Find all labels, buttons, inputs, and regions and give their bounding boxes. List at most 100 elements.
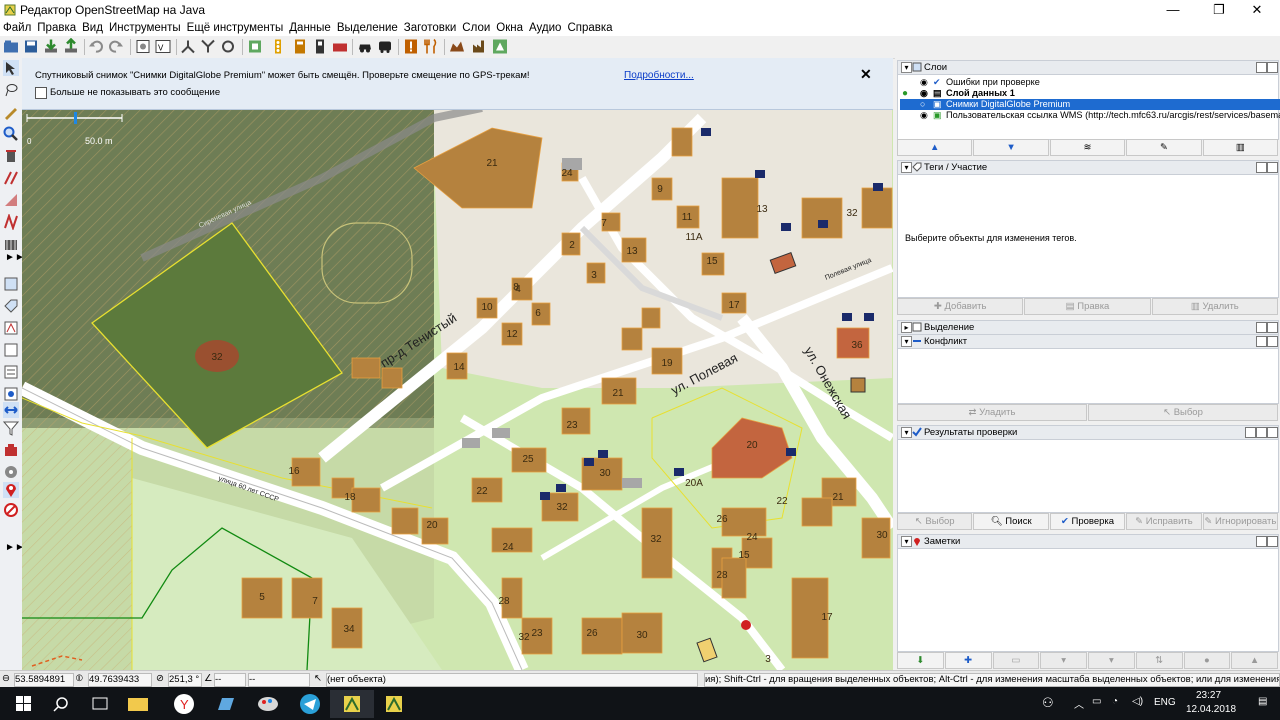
menu-edit[interactable]: Правка <box>34 20 79 36</box>
menu-tools[interactable]: Инструменты <box>106 20 184 36</box>
dont-show-checkbox[interactable] <box>35 87 47 99</box>
edit-tag-button[interactable]: ▤ Правка <box>1024 298 1151 315</box>
paint-icon[interactable] <box>246 690 290 718</box>
toggle-relations-icon[interactable] <box>3 342 19 358</box>
conflict-icon[interactable]: V <box>155 38 171 55</box>
visible-eye-icon[interactable]: ◉ <box>920 88 928 99</box>
volume-icon[interactable]: ◁) <box>1132 696 1143 707</box>
validation-ignore-button[interactable]: ✎ Игнорировать <box>1202 513 1279 530</box>
validation-panel-header[interactable]: ▾ Результаты проверки <box>897 425 1279 440</box>
bus-stop-preset-icon[interactable] <box>312 38 328 55</box>
menu-more-tools[interactable]: Ещё инструменты <box>184 20 287 36</box>
toggle-minimap-icon[interactable] <box>3 386 19 402</box>
reopen-note-button[interactable]: ▾ <box>1088 652 1135 669</box>
notice-more-link[interactable]: Подробности... <box>624 70 694 81</box>
visible-eye-icon[interactable]: ○ <box>920 99 925 110</box>
battery-icon[interactable]: ▭ <box>1092 696 1101 707</box>
toggle-authors-icon[interactable] <box>3 464 19 480</box>
toggle-selection-icon[interactable] <box>3 320 19 336</box>
extrude-mode-icon[interactable] <box>3 192 19 208</box>
bus-preset-icon[interactable] <box>377 38 393 55</box>
detach-panel-icon[interactable] <box>1256 62 1267 73</box>
expand-toggle-icon[interactable]: ▸ <box>901 322 912 333</box>
note-status-button[interactable]: ● <box>1183 652 1231 669</box>
move-layer-down-button[interactable]: ▼ <box>973 139 1049 156</box>
validation-run-button[interactable]: ✔ Проверка <box>1049 513 1126 530</box>
collapse-toggle-icon[interactable]: ▾ <box>901 162 912 173</box>
upload-icon[interactable] <box>63 38 79 55</box>
close-panel-icon[interactable] <box>1267 536 1278 547</box>
draw-mode-icon[interactable] <box>3 104 19 120</box>
resolve-conflict-button[interactable]: ⇄ Уладить <box>897 404 1087 421</box>
menu-presets[interactable]: Заготовки <box>401 20 460 36</box>
upload-notes-button[interactable]: ▲ <box>1231 652 1278 669</box>
parallel-mode-icon[interactable] <box>3 170 19 186</box>
orthogonalize-icon[interactable] <box>247 38 263 55</box>
traffic-light-preset-icon[interactable] <box>270 38 286 55</box>
tray-chevron-icon[interactable]: ︿ <box>1074 696 1084 711</box>
detach-panel-icon[interactable] <box>1256 427 1267 438</box>
notice-close-icon[interactable]: ✕ <box>860 66 872 83</box>
detach-panel-icon[interactable] <box>1256 536 1267 547</box>
sort-notes-button[interactable]: ⇅ <box>1135 652 1183 669</box>
download-notes-button[interactable]: ⬇ <box>897 652 944 669</box>
close-panel-icon[interactable] <box>1267 62 1278 73</box>
notepad-icon[interactable] <box>204 690 248 718</box>
delete-mode-icon[interactable] <box>3 148 19 164</box>
tags-panel-header[interactable]: ▾ Теги / Участие <box>897 160 1279 175</box>
download-icon[interactable] <box>43 38 59 55</box>
layers-panel-header[interactable]: ▾ Слои <box>897 60 1279 75</box>
toggle-history-icon[interactable] <box>3 502 19 518</box>
josm-second-window-icon[interactable] <box>372 690 416 718</box>
lasso-mode-icon[interactable] <box>3 82 19 98</box>
merge-layer-button[interactable]: ≋ <box>1049 139 1126 156</box>
notifications-icon[interactable]: ▤ <box>1258 696 1267 707</box>
layer-row-data[interactable]: ● ◉ ▤ Слой данных 1 <box>900 88 1280 99</box>
notes-panel-header[interactable]: ▾ Заметки <box>897 534 1279 549</box>
detach-panel-icon[interactable] <box>1256 336 1267 347</box>
clock-time[interactable]: 23:27 <box>1196 690 1221 701</box>
preferences-panel-icon[interactable] <box>1245 427 1256 438</box>
delete-tag-button[interactable]: ▥ Удалить <box>1151 298 1278 315</box>
zoom-mode-icon[interactable] <box>3 126 19 142</box>
explorer-icon[interactable] <box>116 690 160 718</box>
menu-help[interactable]: Справка <box>564 20 615 36</box>
layer-row-imagery[interactable]: ○ ▣ Снимки DigitalGlobe Premium <box>900 99 1280 110</box>
josm-taskbar-icon[interactable] <box>330 690 374 718</box>
redo-icon[interactable] <box>108 38 124 55</box>
toggle-filter-icon[interactable] <box>3 420 19 436</box>
validation-select-button[interactable]: ↖ Выбор <box>897 513 973 530</box>
collapse-toggle-icon[interactable]: ▾ <box>901 62 912 73</box>
close-panel-icon[interactable] <box>1267 162 1278 173</box>
save-icon[interactable] <box>23 38 39 55</box>
menu-selection[interactable]: Выделение <box>334 20 401 36</box>
comment-note-button[interactable]: ▭ <box>992 652 1040 669</box>
menu-audio[interactable]: Аудио <box>526 20 564 36</box>
preferences-icon[interactable] <box>135 38 151 55</box>
yandex-browser-icon[interactable]: Y <box>162 690 206 718</box>
car-preset-icon[interactable] <box>357 38 373 55</box>
people-icon[interactable]: ⚇ <box>1042 695 1054 711</box>
telegram-icon[interactable] <box>288 690 332 718</box>
select-mode-icon[interactable] <box>3 60 19 76</box>
conflict-panel-header[interactable]: ▾ Конфликт <box>897 334 1279 349</box>
add-tag-button[interactable]: ✚ Добавить <box>897 298 1024 315</box>
validation-search-button[interactable]: 🔍︎ Поиск <box>973 513 1049 530</box>
detach-panel-icon[interactable] <box>1256 322 1267 333</box>
collapse-toggle-icon[interactable]: ▾ <box>901 336 912 347</box>
validation-fix-button[interactable]: ✎ Исправить <box>1126 513 1202 530</box>
menu-view[interactable]: Вид <box>79 20 106 36</box>
warning-preset-icon[interactable] <box>403 38 419 55</box>
close-panel-icon[interactable] <box>1267 336 1278 347</box>
building-preset-icon[interactable] <box>332 38 348 55</box>
restaurant-preset-icon[interactable] <box>423 38 439 55</box>
split-way-icon[interactable] <box>180 38 196 55</box>
open-file-icon[interactable] <box>3 38 19 55</box>
barrier-preset-icon[interactable] <box>292 38 308 55</box>
close-panel-icon[interactable] <box>1267 427 1278 438</box>
select-conflict-button[interactable]: ↖ Выбор <box>1088 404 1278 421</box>
layer-row-validation[interactable]: ◉ ✔ Ошибки при проверке <box>900 77 1280 88</box>
visible-eye-icon[interactable]: ◉ <box>920 110 928 121</box>
industrial-preset-icon[interactable] <box>472 38 488 55</box>
detach-panel-icon[interactable] <box>1256 162 1267 173</box>
